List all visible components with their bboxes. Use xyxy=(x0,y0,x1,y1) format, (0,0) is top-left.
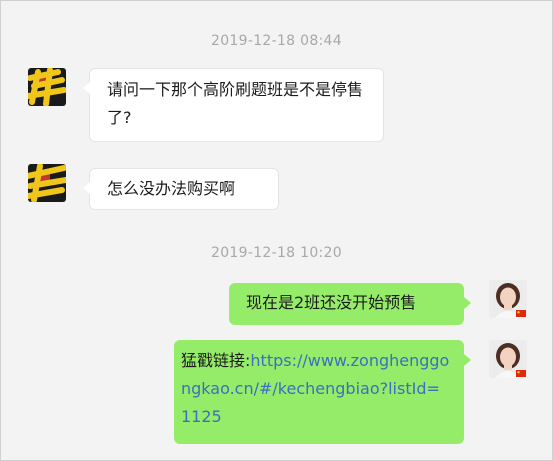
message-bubble-outgoing[interactable]: 现在是2班还没开始预售 xyxy=(229,283,471,325)
message-text: 现在是2班还没开始预售 xyxy=(246,293,417,312)
message-text: 怎么没办法购买啊 xyxy=(107,179,236,198)
contact-avatar[interactable] xyxy=(28,68,66,106)
message-bubble-incoming[interactable]: 怎么没办法购买啊 xyxy=(83,168,279,210)
self-avatar[interactable] xyxy=(489,280,527,318)
chat-window: 2019-12-18 08:44 请问一下那个高阶刷题班是不是停售了? 怎么没办… xyxy=(0,0,553,461)
flag-badge-icon xyxy=(516,370,526,377)
self-avatar[interactable] xyxy=(489,340,527,378)
contact-avatar[interactable] xyxy=(28,164,66,202)
message-link-prefix: 猛戳链接: xyxy=(181,351,251,370)
redacted-avatar-icon xyxy=(28,68,66,106)
message-text: 请问一下那个高阶刷题班是不是停售了? xyxy=(107,80,364,127)
message-bubble-incoming[interactable]: 请问一下那个高阶刷题班是不是停售了? xyxy=(83,68,384,142)
flag-badge-icon xyxy=(516,310,526,317)
message-bubble-outgoing[interactable]: 猛戳链接:https://www.zonghenggongkao.cn/#/ke… xyxy=(174,340,471,444)
timestamp: 2019-12-18 10:20 xyxy=(211,245,342,261)
timestamp: 2019-12-18 08:44 xyxy=(211,33,342,49)
redacted-avatar-icon xyxy=(28,164,66,202)
